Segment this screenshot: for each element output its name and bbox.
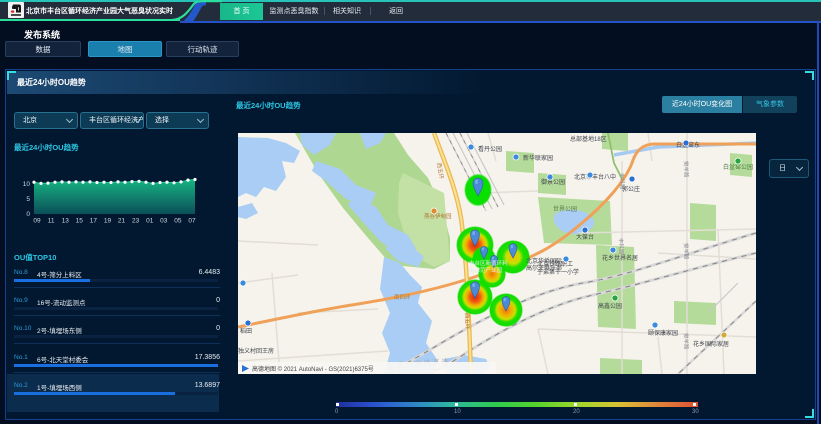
svg-text:01: 01 xyxy=(146,218,154,225)
svg-text:10: 10 xyxy=(23,181,31,188)
svg-text:05: 05 xyxy=(174,218,182,225)
svg-text:11: 11 xyxy=(48,218,55,225)
svg-text:新华联家园: 新华联家园 xyxy=(523,154,553,162)
svg-text:03: 03 xyxy=(160,218,168,225)
svg-text:高德地图 © 2021 AutoNavi - GS(2021: 高德地图 © 2021 AutoNavi - GS(2021)6375号 xyxy=(252,365,374,373)
svg-text:稻田: 稻田 xyxy=(240,327,252,335)
svg-text:09: 09 xyxy=(33,218,41,225)
svg-text:看丹公园: 看丹公园 xyxy=(478,145,502,153)
svg-text:北京市丰台八中: 北京市丰台八中 xyxy=(574,173,616,181)
svg-text:丰台区新循环利: 丰台区新循环利 xyxy=(469,259,508,267)
svg-text:5: 5 xyxy=(26,196,30,203)
svg-text:花乡国际家居: 花乡国际家居 xyxy=(693,340,729,348)
svg-text:用示范产业园: 用示范产业园 xyxy=(469,266,503,274)
svg-text:西五环: 西五环 xyxy=(463,313,471,330)
svg-text:13: 13 xyxy=(62,218,70,225)
svg-text:15: 15 xyxy=(76,218,84,225)
svg-text:燕谷伊甸园: 燕谷伊甸园 xyxy=(424,212,452,220)
svg-text:南四环: 南四环 xyxy=(394,293,411,301)
svg-text:花乡世界名居: 花乡世界名居 xyxy=(602,254,638,262)
svg-text:大葆台: 大葆台 xyxy=(576,233,594,241)
svg-text:总部基地18区: 总部基地18区 xyxy=(570,135,607,143)
svg-text:23: 23 xyxy=(132,218,140,225)
svg-text:17: 17 xyxy=(90,218,98,225)
svg-text:御景公园: 御景公园 xyxy=(541,178,565,186)
svg-text:19: 19 xyxy=(104,218,112,225)
svg-text:0: 0 xyxy=(26,211,30,218)
svg-text:子弟第十一小学: 子弟第十一小学 xyxy=(537,268,579,276)
svg-text:独义村回王房: 独义村回王房 xyxy=(238,347,274,355)
svg-text:07: 07 xyxy=(188,218,196,225)
svg-text:21: 21 xyxy=(118,218,126,225)
svg-text:世界公园: 世界公园 xyxy=(553,205,577,213)
svg-text:颐保康家园: 颐保康家园 xyxy=(648,329,678,337)
svg-text:高鑫公园: 高鑫公园 xyxy=(598,302,622,310)
